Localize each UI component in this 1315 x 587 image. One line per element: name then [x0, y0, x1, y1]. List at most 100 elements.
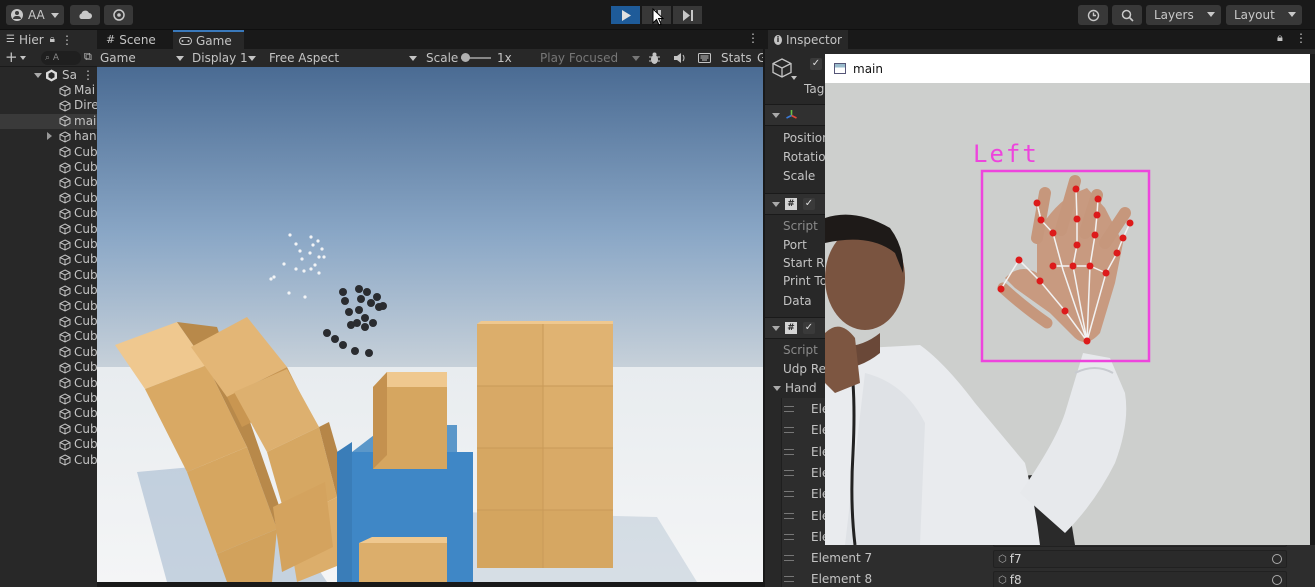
aspect-dropdown[interactable]: Free Aspect	[269, 49, 417, 67]
chevron-down-icon[interactable]	[34, 73, 42, 78]
hand-array-foldout[interactable]: Hand	[773, 379, 817, 397]
drag-handle-icon[interactable]	[784, 427, 794, 434]
drag-handle-icon[interactable]	[784, 555, 794, 562]
history-button[interactable]	[1078, 5, 1108, 25]
game-mode-dropdown[interactable]: Game	[100, 49, 184, 67]
add-icon[interactable]: +	[5, 49, 18, 66]
hierarchy-item[interactable]: Cub	[0, 406, 97, 421]
hierarchy-item[interactable]: Cub	[0, 160, 97, 175]
hierarchy-item[interactable]: han	[0, 129, 97, 144]
drag-handle-icon[interactable]	[784, 576, 794, 583]
audio-icon[interactable]	[673, 49, 686, 67]
hierarchy-item[interactable]: Cub	[0, 360, 97, 375]
scale-slider[interactable]	[461, 53, 491, 62]
object-picker-icon[interactable]	[1272, 554, 1282, 565]
search-button[interactable]	[1112, 5, 1142, 25]
hierarchy-item[interactable]: Cub	[0, 283, 97, 298]
hierarchy-item[interactable]: Cub	[0, 329, 97, 344]
hierarchy-item[interactable]: Cub	[0, 237, 97, 252]
more-icon[interactable]: ⋮	[747, 31, 759, 45]
tab-hierarchy[interactable]: ☰ Hier 🔒︎ ⋮	[0, 30, 97, 49]
drag-handle-icon[interactable]	[784, 491, 794, 498]
hierarchy-item-label: Cub	[74, 237, 97, 251]
play-mode-dropdown[interactable]: Play Focused	[540, 49, 640, 67]
game-tab-label: Game	[196, 33, 232, 48]
hierarchy-item[interactable]: Cub	[0, 252, 97, 267]
chevron-down-icon[interactable]	[791, 76, 797, 80]
drag-handle-icon[interactable]	[784, 533, 794, 540]
position-label: Position	[783, 131, 830, 145]
chevron-down-icon[interactable]	[772, 113, 780, 118]
gameobject-cube-icon	[59, 115, 71, 127]
hierarchy-item[interactable]: Cub	[0, 391, 97, 406]
step-button[interactable]	[673, 6, 702, 24]
search-icon: ⌕	[45, 53, 51, 63]
drag-handle-icon[interactable]	[784, 406, 794, 412]
game-viewport[interactable]	[97, 67, 763, 582]
hand-array-element[interactable]: Element 8 ⬡ f8	[781, 570, 1315, 587]
hierarchy-item[interactable]: mai	[0, 113, 97, 129]
scene-visibility-icon[interactable]: ⧉	[84, 50, 92, 64]
chevron-down-icon[interactable]	[20, 56, 26, 60]
hierarchy-item[interactable]: Cub	[0, 345, 97, 360]
account-dropdown[interactable]: AA	[6, 5, 64, 25]
hierarchy-item[interactable]: Cub	[0, 422, 97, 437]
hierarchy-item[interactable]: Cub	[0, 453, 97, 468]
scale-slider-handle[interactable]	[461, 53, 470, 62]
inspector-scrollbar[interactable]	[1310, 54, 1315, 545]
camera-window[interactable]: main Left	[825, 54, 1310, 545]
hierarchy-search-input[interactable]: ⌕ A	[41, 51, 81, 65]
component-2-enabled-checkbox[interactable]: ✓	[803, 322, 815, 334]
hierarchy-item[interactable]: Cub	[0, 376, 97, 391]
hierarchy-item[interactable]: Cub	[0, 222, 97, 237]
component-1-enabled-checkbox[interactable]: ✓	[803, 198, 815, 210]
cloud-button[interactable]	[70, 5, 100, 25]
more-icon[interactable]: ⋮	[82, 68, 94, 82]
chevron-down-icon[interactable]	[772, 326, 780, 331]
stats-button[interactable]: Stats	[721, 49, 752, 67]
cube-top-center	[373, 372, 447, 469]
hierarchy-item[interactable]: Cub	[0, 437, 97, 452]
play-button[interactable]	[611, 6, 640, 24]
lock-icon[interactable]: 🔒︎	[1277, 31, 1283, 45]
chevron-right-icon[interactable]	[47, 132, 52, 141]
element-object-field[interactable]: ⬡ f7	[993, 550, 1287, 569]
hand-array-element[interactable]: Element 7 ⬡ f7	[781, 549, 1315, 569]
display-dropdown[interactable]: Display 1	[192, 49, 256, 67]
drag-handle-icon[interactable]	[784, 448, 794, 455]
layout-dropdown[interactable]: Layout	[1226, 5, 1302, 25]
element-object-field[interactable]: ⬡ f8	[993, 571, 1287, 587]
hierarchy-item[interactable]: Cub	[0, 175, 97, 190]
hierarchy-scene-row[interactable]: Sa ⋮	[0, 68, 97, 83]
layers-dropdown[interactable]: Layers	[1146, 5, 1221, 25]
tab-scene[interactable]: # Scene	[100, 30, 172, 49]
display-label: Display 1	[192, 51, 248, 65]
drag-handle-icon[interactable]	[784, 512, 794, 519]
hierarchy-item[interactable]: Cub	[0, 145, 97, 160]
panel-divider[interactable]	[763, 49, 765, 587]
more-icon[interactable]: ⋮	[61, 33, 73, 47]
hierarchy-item[interactable]: Dire	[0, 98, 97, 113]
collab-button[interactable]	[104, 5, 133, 25]
bug-icon[interactable]	[648, 49, 661, 67]
drag-handle-icon[interactable]	[784, 469, 794, 476]
hierarchy-item[interactable]: Cub	[0, 299, 97, 314]
tab-game[interactable]: Game	[173, 30, 244, 49]
hierarchy-item-label: Cub	[74, 267, 97, 282]
camera-window-titlebar[interactable]: main	[825, 54, 1310, 83]
hand-label-text: Left	[973, 140, 1039, 168]
keyboard-icon[interactable]	[698, 49, 711, 67]
hierarchy-item[interactable]: Mai	[0, 83, 97, 98]
chevron-down-icon[interactable]	[772, 202, 780, 207]
hierarchy-item[interactable]: Cub	[0, 314, 97, 329]
more-icon[interactable]: ⋮	[1295, 31, 1307, 45]
lock-icon[interactable]: 🔒︎	[50, 34, 55, 45]
hierarchy-item[interactable]: Cub	[0, 191, 97, 206]
hierarchy-item-label: Cub	[74, 252, 97, 267]
active-checkbox[interactable]: ✓	[810, 58, 822, 70]
hierarchy-item[interactable]: Cub	[0, 268, 97, 283]
tab-inspector[interactable]: i Inspector	[768, 30, 848, 49]
chevron-down-icon[interactable]	[773, 385, 781, 391]
hierarchy-item[interactable]: Cub	[0, 206, 97, 221]
object-picker-icon[interactable]	[1272, 575, 1282, 586]
